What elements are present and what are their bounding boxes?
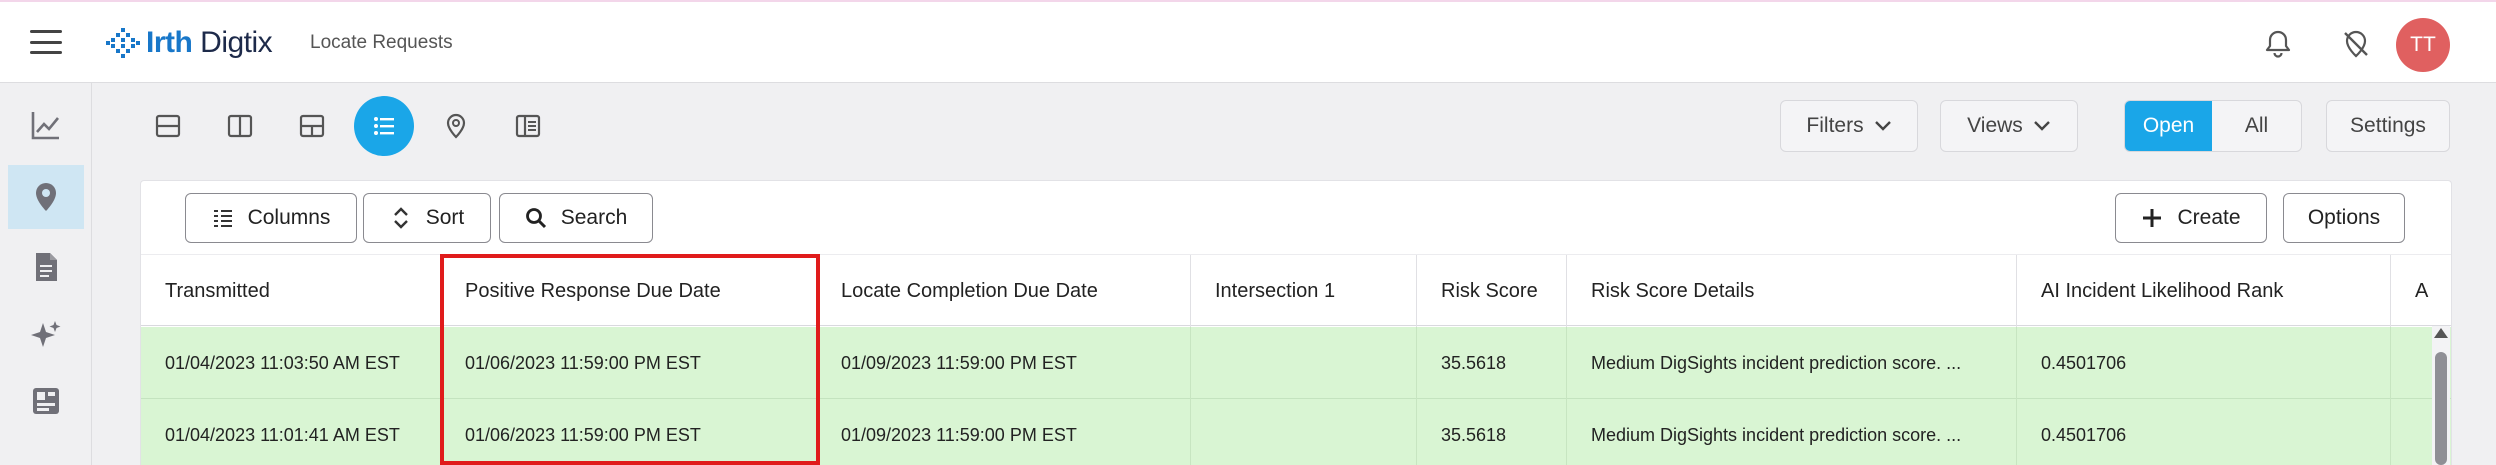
- create-label: Create: [2177, 206, 2241, 229]
- cell-transmitted: 01/04/2023 11:01:41 AM EST: [141, 399, 441, 465]
- settings-button[interactable]: Settings: [2326, 100, 2450, 152]
- chevron-down-icon: [1874, 121, 1891, 131]
- map-pin-icon: [36, 183, 56, 211]
- view-list-button[interactable]: [354, 96, 414, 156]
- left-sidebar: [0, 83, 92, 465]
- plus-icon: [2143, 209, 2162, 227]
- column-header-risk-score[interactable]: Risk Score: [1417, 255, 1567, 327]
- scrollbar-thumb[interactable]: [2435, 352, 2447, 465]
- side-panel-icon: [515, 114, 541, 138]
- cell-positive-response-due-date: 01/06/2023 11:59:00 PM EST: [441, 327, 817, 399]
- scroll-up-arrow-icon[interactable]: [2434, 328, 2448, 338]
- sidebar-item-dashboard[interactable]: [8, 369, 84, 433]
- all-toggle-button[interactable]: All: [2212, 101, 2301, 151]
- view-grid-button[interactable]: [282, 96, 342, 156]
- table-header: Transmitted Positive Response Due Date L…: [141, 254, 2451, 327]
- cell-risk-score: 35.5618: [1417, 327, 1567, 399]
- chevron-down-icon: [2033, 121, 2050, 131]
- brand-name: Irth Digtix: [146, 26, 273, 59]
- split-horizontal-icon: [155, 114, 181, 138]
- column-header-risk-score-details[interactable]: Risk Score Details: [1567, 255, 2017, 327]
- filters-dropdown[interactable]: Filters: [1780, 100, 1918, 152]
- sparkle-ai-icon: [31, 321, 61, 347]
- document-icon: [36, 253, 57, 281]
- dashboard-layout-icon: [33, 388, 59, 414]
- sidebar-item-ai[interactable]: [8, 303, 84, 367]
- column-header-transmitted[interactable]: Transmitted: [141, 255, 441, 327]
- search-button[interactable]: Search: [499, 193, 653, 243]
- hamburger-menu-icon[interactable]: [30, 30, 62, 54]
- cell-transmitted: 01/04/2023 11:03:50 AM EST: [141, 327, 441, 399]
- open-all-toggle: Open All: [2124, 100, 2302, 152]
- locate-requests-card: Columns Sort Search Create Options Trans…: [140, 180, 2452, 465]
- columns-label: Columns: [247, 206, 331, 229]
- page-title: Locate Requests: [310, 32, 453, 53]
- columns-icon: [213, 210, 232, 227]
- analytics-chart-icon: [31, 112, 60, 140]
- cell-intersection-1: [1191, 399, 1417, 465]
- split-vertical-icon: [227, 114, 253, 138]
- logo-mark-icon: [106, 28, 140, 58]
- create-button[interactable]: Create: [2115, 193, 2267, 243]
- cell-locate-completion-due-date: 01/09/2023 11:59:00 PM EST: [817, 327, 1191, 399]
- notifications-bell-icon[interactable]: [2262, 28, 2294, 60]
- grid-layout-icon: [299, 114, 325, 138]
- view-map-button[interactable]: [426, 96, 486, 156]
- options-button[interactable]: Options: [2283, 193, 2405, 243]
- view-split-vertical-button[interactable]: [210, 96, 270, 156]
- column-header-a[interactable]: A: [2391, 255, 2451, 327]
- open-toggle-button[interactable]: Open: [2125, 101, 2213, 151]
- sidebar-item-documents[interactable]: [8, 235, 84, 299]
- cell-positive-response-due-date: 01/06/2023 11:59:00 PM EST: [441, 399, 817, 465]
- cell-risk-score: 35.5618: [1417, 399, 1567, 465]
- columns-button[interactable]: Columns: [185, 193, 357, 243]
- cell-risk-score-details: Medium DigSights incident prediction sco…: [1567, 327, 2017, 399]
- sort-button[interactable]: Sort: [363, 193, 491, 243]
- cell-ai-incident-likelihood-rank: 0.4501706: [2017, 327, 2391, 399]
- column-header-locate-completion-due-date[interactable]: Locate Completion Due Date: [817, 255, 1191, 327]
- view-side-panel-button[interactable]: [498, 96, 558, 156]
- top-bar: Irth Digtix Locate Requests TT: [0, 0, 2496, 83]
- cell-locate-completion-due-date: 01/09/2023 11:59:00 PM EST: [817, 399, 1191, 465]
- sidebar-item-analytics[interactable]: [8, 93, 84, 157]
- column-header-intersection-1[interactable]: Intersection 1: [1191, 255, 1417, 327]
- filters-label: Filters: [1806, 114, 1864, 137]
- column-header-positive-response-due-date[interactable]: Positive Response Due Date: [441, 255, 817, 327]
- search-label: Search: [560, 206, 628, 229]
- table-row[interactable]: 01/04/2023 11:01:41 AM EST 01/06/2023 11…: [141, 399, 2451, 465]
- view-split-horizontal-button[interactable]: [138, 96, 198, 156]
- column-header-ai-incident-likelihood-rank[interactable]: AI Incident Likelihood Rank: [2017, 255, 2391, 327]
- sort-label: Sort: [425, 206, 465, 229]
- list-icon: [374, 117, 394, 135]
- location-off-icon[interactable]: [2340, 28, 2372, 60]
- cell-intersection-1: [1191, 327, 1417, 399]
- search-icon: [525, 208, 546, 229]
- sidebar-item-locates[interactable]: [8, 165, 84, 229]
- views-label: Views: [1967, 114, 2023, 137]
- views-dropdown[interactable]: Views: [1940, 100, 2078, 152]
- user-avatar[interactable]: TT: [2396, 18, 2450, 72]
- cell-risk-score-details: Medium DigSights incident prediction sco…: [1567, 399, 2017, 465]
- brand-logo[interactable]: Irth Digtix: [106, 26, 273, 60]
- sort-icon: [393, 207, 408, 229]
- table-row[interactable]: 01/04/2023 11:03:50 AM EST 01/06/2023 11…: [141, 327, 2451, 399]
- cell-ai-incident-likelihood-rank: 0.4501706: [2017, 399, 2391, 465]
- map-pin-outline-icon: [446, 113, 466, 139]
